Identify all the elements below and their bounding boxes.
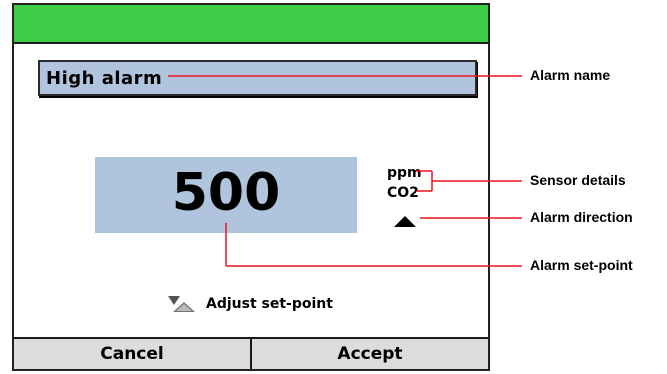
callout-sensor-details: Sensor details bbox=[530, 172, 626, 188]
alarm-name-text: High alarm bbox=[46, 68, 163, 89]
status-bar bbox=[14, 5, 488, 44]
sensor-unit: ppm bbox=[387, 165, 422, 181]
callout-alarm-direction: Alarm direction bbox=[530, 209, 633, 225]
callout-alarm-set-point: Alarm set-point bbox=[530, 257, 633, 273]
cancel-button[interactable]: Cancel bbox=[14, 339, 250, 369]
alarm-name-field[interactable]: High alarm bbox=[38, 60, 477, 96]
set-point-value: 500 bbox=[171, 163, 281, 223]
up-down-triangles-icon[interactable] bbox=[167, 295, 197, 313]
sensor-gas: CO2 bbox=[387, 185, 419, 201]
triangle-up-icon bbox=[394, 216, 416, 227]
softkey-bar: Cancel Accept bbox=[14, 337, 488, 369]
set-point-display[interactable]: 500 bbox=[95, 157, 357, 233]
device-screen: High alarm 500 ppm CO2 Adjust set-point … bbox=[12, 3, 490, 371]
adjust-set-point-label: Adjust set-point bbox=[206, 296, 333, 312]
accept-button[interactable]: Accept bbox=[250, 339, 488, 369]
callout-alarm-name: Alarm name bbox=[530, 67, 611, 83]
